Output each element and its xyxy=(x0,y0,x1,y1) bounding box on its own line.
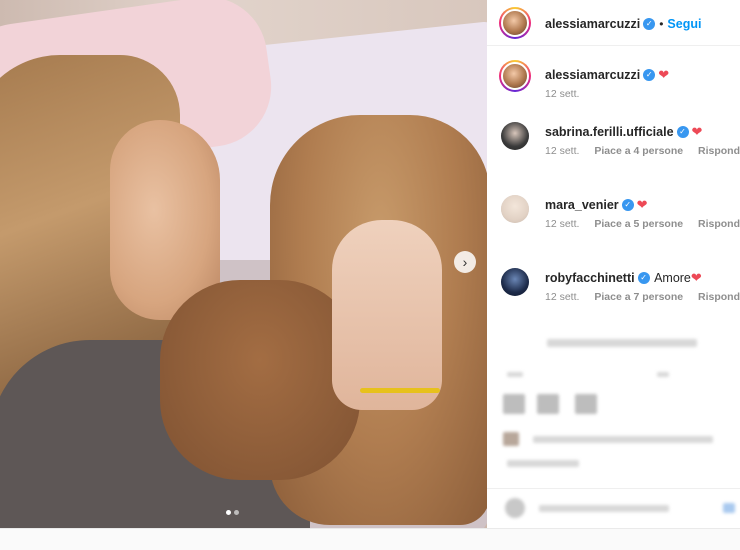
heart-emoji-icon: ❤ xyxy=(658,66,670,82)
commenter-avatar[interactable] xyxy=(501,122,529,150)
post-photo[interactable]: › xyxy=(0,0,487,528)
comment-item: sabrina.ferilli.ufficiale ✓ ❤ 12 sett. Pia… xyxy=(487,120,740,170)
commenter-avatar[interactable] xyxy=(501,268,529,296)
photo-dog-body xyxy=(160,280,360,480)
like-icon[interactable] xyxy=(503,394,525,414)
carousel-dot xyxy=(226,510,231,515)
photo-hand xyxy=(332,220,442,410)
verified-badge-icon: ✓ xyxy=(621,198,634,211)
photo-bracelet xyxy=(360,388,440,393)
comment-item: robyfacchinetti ✓ Amore❤ 12 sett. Piace a… xyxy=(487,266,740,316)
add-comment-input[interactable] xyxy=(539,505,669,512)
comment-date[interactable]: 12 sett. xyxy=(545,291,579,303)
blurred-separator xyxy=(657,372,669,377)
comment-text: Amore xyxy=(654,270,691,285)
heart-emoji-icon: ❤ xyxy=(690,269,702,285)
comment-likes[interactable]: Piace a 7 persone xyxy=(594,291,683,303)
follow-button[interactable]: Segui xyxy=(667,17,701,31)
carousel-dots xyxy=(226,510,239,515)
verified-badge-icon: ✓ xyxy=(643,17,656,30)
divider xyxy=(487,488,740,489)
author-username[interactable]: alessiamarcuzzi xyxy=(545,17,640,31)
blurred-liked-by[interactable] xyxy=(533,436,713,443)
verified-badge-icon: ✓ xyxy=(637,271,650,284)
blurred-post-date xyxy=(507,460,579,467)
verified-badge-icon: ✓ xyxy=(643,68,656,81)
comment-likes[interactable]: Piace a 5 persone xyxy=(594,218,683,230)
carousel-dot xyxy=(234,510,239,515)
page-bottom-strip xyxy=(0,529,740,550)
caption-date[interactable]: 12 sett. xyxy=(545,88,579,100)
blurred-view-replies[interactable] xyxy=(547,339,697,347)
publish-button[interactable] xyxy=(723,503,735,513)
reply-button[interactable]: Rispondi xyxy=(698,291,740,303)
author-avatar[interactable] xyxy=(499,7,531,39)
comment-icon[interactable] xyxy=(537,394,559,414)
heart-emoji-icon: ❤ xyxy=(691,123,703,139)
chevron-right-icon: › xyxy=(462,254,468,270)
reply-button[interactable]: Rispondi xyxy=(698,145,740,157)
emoji-icon[interactable] xyxy=(505,498,525,518)
commenter-username[interactable]: sabrina.ferilli.ufficiale xyxy=(545,125,674,139)
share-icon[interactable] xyxy=(575,394,597,414)
separator-dot: • xyxy=(659,17,664,31)
comment-item: mara_venier ✓ ❤ 12 sett. Piace a 5 persone… xyxy=(487,193,740,243)
post-header: alessiamarcuzzi ✓ • Segui xyxy=(487,0,740,46)
commenter-username[interactable]: robyfacchinetti xyxy=(545,271,635,285)
caption-row: alessiamarcuzzi ✓ ❤ 12 sett. xyxy=(487,58,740,108)
next-image-button[interactable]: › xyxy=(454,251,476,273)
blurred-separator xyxy=(507,372,523,377)
commenter-avatar[interactable] xyxy=(501,195,529,223)
reply-button[interactable]: Rispondi xyxy=(698,218,740,230)
comment-date[interactable]: 12 sett. xyxy=(545,218,579,230)
commenter-username[interactable]: mara_venier xyxy=(545,198,619,212)
caption-username[interactable]: alessiamarcuzzi xyxy=(545,68,640,82)
caption-avatar[interactable] xyxy=(499,60,531,92)
post-sidebar: alessiamarcuzzi ✓ • Segui alessiamarcuzzi ✓ ❤… xyxy=(487,0,740,528)
liker-avatar[interactable] xyxy=(503,432,519,446)
heart-emoji-icon: ❤ xyxy=(636,196,648,212)
comment-date[interactable]: 12 sett. xyxy=(545,145,579,157)
comment-likes[interactable]: Piace a 4 persone xyxy=(594,145,683,157)
verified-badge-icon: ✓ xyxy=(676,125,689,138)
